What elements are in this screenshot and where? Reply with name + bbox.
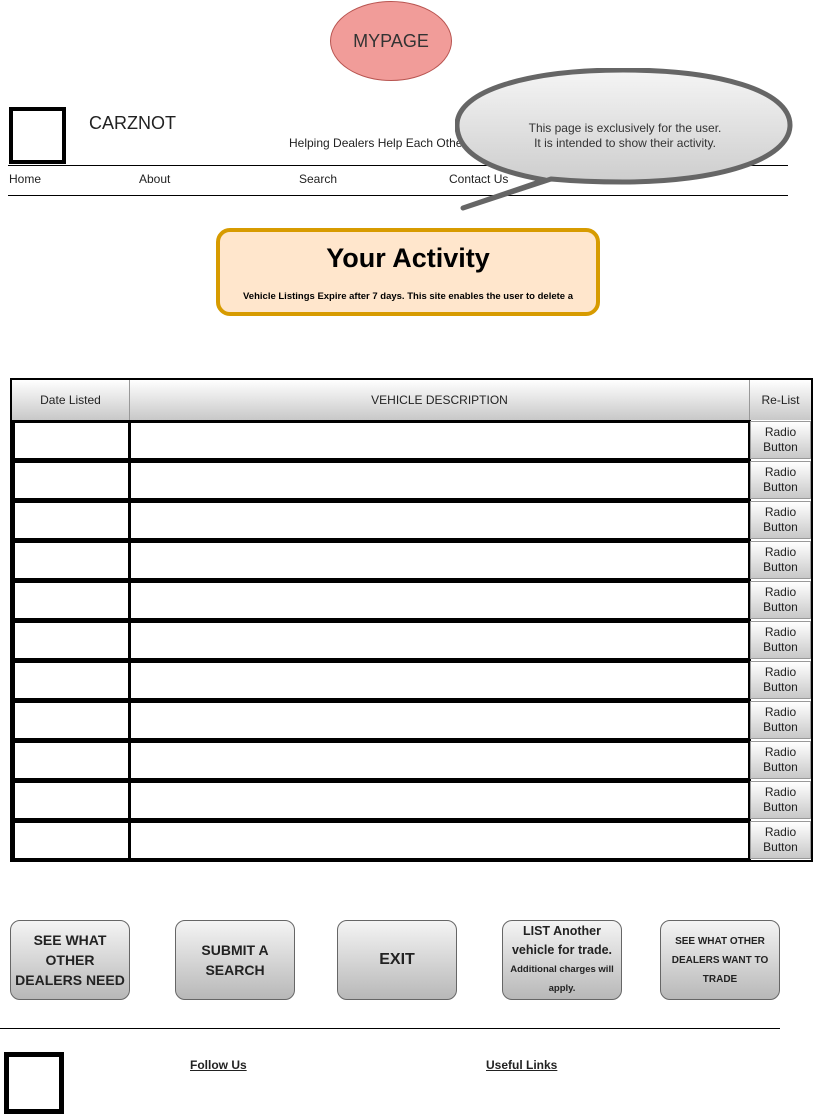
radio-button-text: Radio Button	[763, 745, 798, 775]
header-re-list: Re-List	[750, 380, 811, 420]
date-listed-cell	[12, 500, 131, 541]
radio-button-label: Button	[763, 680, 798, 694]
radio-button-label: Radio	[764, 825, 797, 839]
callout-line-1: This page is exclusively for the user.	[528, 121, 722, 135]
radio-button-label: Button	[763, 640, 798, 654]
radio-button-text: Radio Button	[763, 505, 798, 535]
submit-search-button[interactable]: SUBMIT A SEARCH	[175, 920, 295, 1000]
date-listed-cell	[12, 620, 131, 661]
date-listed-cell	[12, 660, 131, 701]
radio-button-label: Radio	[764, 505, 797, 519]
see-what-other-dealers-need-button[interactable]: SEE WHAT OTHER DEALERS NEED	[10, 920, 130, 1000]
re-list-radio-button[interactable]: Radio Button	[750, 461, 811, 499]
radio-button-text: Radio Button	[763, 705, 798, 735]
vehicle-description-cell	[128, 460, 751, 501]
re-list-radio-button[interactable]: Radio Button	[750, 501, 811, 539]
radio-button-text: Radio Button	[763, 625, 798, 655]
header-date-listed: Date Listed	[12, 380, 130, 420]
radio-button-label: Radio	[764, 545, 797, 559]
radio-button-label: Radio	[764, 625, 797, 639]
see-what-other-dealers-want-to-trade-button[interactable]: SEE WHAT OTHER DEALERS WANT TO TRADE	[660, 920, 780, 1000]
radio-button-label: Radio	[764, 465, 797, 479]
date-listed-cell	[12, 420, 131, 461]
list-another-label: LIST Another vehicle for trade.	[511, 924, 613, 957]
radio-button-label: Button	[763, 480, 798, 494]
re-list-radio-button[interactable]: Radio Button	[750, 581, 811, 619]
activity-subtitle: Vehicle Listings Expire after 7 days. Th…	[243, 291, 573, 302]
useful-links-link[interactable]: Useful Links	[486, 1058, 557, 1072]
re-list-radio-button[interactable]: Radio Button	[750, 781, 811, 819]
radio-button-label: Button	[763, 720, 798, 734]
radio-button-label: Button	[763, 520, 798, 534]
radio-button-label: Button	[763, 600, 798, 614]
radio-button-label: Button	[763, 840, 798, 854]
nav-home[interactable]: Home	[9, 172, 41, 186]
radio-button-label: Button	[763, 760, 798, 774]
mypage-badge: MYPAGE	[330, 1, 452, 81]
radio-button-text: Radio Button	[763, 825, 798, 855]
callout-text: This page is exclusively for the user. I…	[505, 121, 745, 151]
date-listed-cell	[12, 780, 131, 821]
vehicle-description-cell	[128, 580, 751, 621]
list-another-note: Additional charges will apply.	[510, 964, 614, 994]
activity-title: Your Activity	[326, 243, 490, 273]
radio-button-text: Radio Button	[763, 425, 798, 455]
radio-button-label: Radio	[764, 785, 797, 799]
radio-button-label: Radio	[764, 585, 797, 599]
exit-button[interactable]: EXIT	[337, 920, 457, 1000]
date-listed-cell	[12, 740, 131, 781]
radio-button-label: Button	[763, 800, 798, 814]
re-list-radio-button[interactable]: Radio Button	[750, 701, 811, 739]
date-listed-cell	[12, 580, 131, 621]
follow-us-link[interactable]: Follow Us	[190, 1058, 247, 1072]
tagline: Helping Dealers Help Each Other	[289, 136, 467, 150]
radio-button-text: Radio Button	[763, 585, 798, 615]
date-listed-cell	[12, 820, 131, 861]
callout-line-2: It is intended to show their activity.	[534, 136, 716, 150]
radio-button-text: Radio Button	[763, 545, 798, 575]
re-list-radio-button[interactable]: Radio Button	[750, 541, 811, 579]
nav-search[interactable]: Search	[299, 172, 337, 186]
radio-button-label: Radio	[764, 705, 797, 719]
radio-button-text: Radio Button	[763, 785, 798, 815]
radio-button-label: Button	[763, 440, 798, 454]
radio-button-label: Radio	[764, 745, 797, 759]
re-list-radio-button[interactable]: Radio Button	[750, 821, 811, 859]
logo-placeholder[interactable]	[9, 107, 66, 164]
brand-name: CARZNOT	[89, 113, 176, 133]
radio-button-label: Radio	[764, 425, 797, 439]
radio-button-label: Button	[763, 560, 798, 574]
footer-divider	[0, 1028, 780, 1029]
footer-logo-placeholder[interactable]	[4, 1052, 64, 1114]
vehicle-description-cell	[128, 820, 751, 861]
radio-button-label: Radio	[764, 665, 797, 679]
re-list-radio-button[interactable]: Radio Button	[750, 621, 811, 659]
vehicle-description-cell	[128, 700, 751, 741]
radio-button-text: Radio Button	[763, 465, 798, 495]
list-another-vehicle-button[interactable]: LIST Another vehicle for trade. Addition…	[502, 920, 622, 1000]
vehicle-description-cell	[128, 500, 751, 541]
re-list-radio-button[interactable]: Radio Button	[750, 661, 811, 699]
radio-button-text: Radio Button	[763, 665, 798, 695]
vehicle-description-cell	[128, 780, 751, 821]
vehicle-description-cell	[128, 540, 751, 581]
vehicle-description-cell	[128, 420, 751, 461]
vehicle-description-cell	[128, 660, 751, 701]
date-listed-cell	[12, 540, 131, 581]
vehicle-description-cell	[128, 740, 751, 781]
re-list-radio-button[interactable]: Radio Button	[750, 421, 811, 459]
nav-about[interactable]: About	[139, 172, 170, 186]
date-listed-cell	[12, 700, 131, 741]
vehicle-description-cell	[128, 620, 751, 661]
date-listed-cell	[12, 460, 131, 501]
re-list-radio-button[interactable]: Radio Button	[750, 741, 811, 779]
header-vehicle-description: VEHICLE DESCRIPTION	[130, 380, 750, 420]
